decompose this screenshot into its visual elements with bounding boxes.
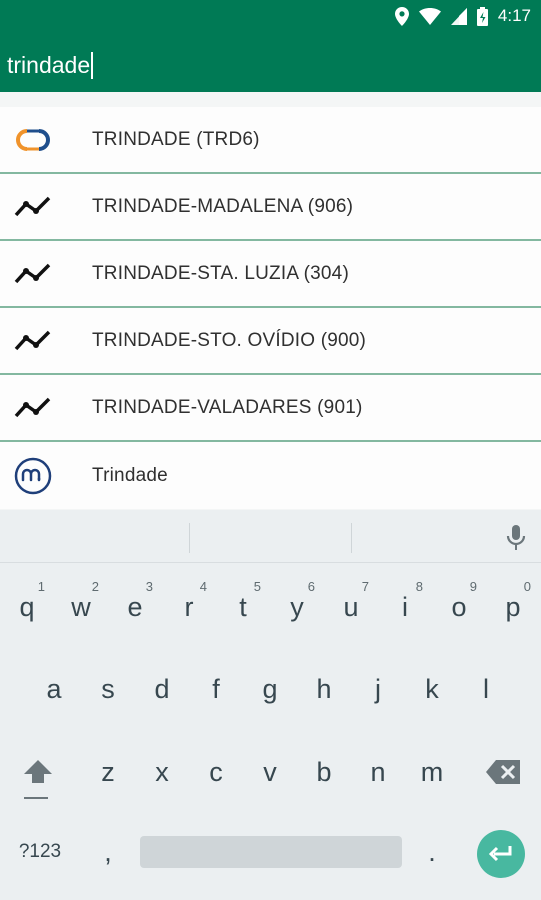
keyboard-row-2: a s d f g h j k l [0,654,541,724]
spacebar[interactable] [140,836,402,868]
key-s[interactable]: s [81,654,135,724]
key-p[interactable]: p0 [486,572,540,642]
metro-icon [0,456,92,496]
key-a[interactable]: a [27,654,81,724]
key-g[interactable]: g [243,654,297,724]
keyboard-suggestion-strip [0,510,541,563]
suggestion-label: TRINDADE-STA. LUZIA (304) [92,262,349,284]
suggestion-item[interactable]: TRINDADE-STA. LUZIA (304) [0,241,541,308]
text-cursor [91,52,94,79]
strip-divider [189,523,190,553]
enter-icon [488,846,512,862]
suggestion-item[interactable]: TRINDADE (TRD6) [0,107,541,174]
route-icon [0,395,92,421]
key-y[interactable]: y6 [270,572,324,642]
soft-keyboard: q1 w2 e3 r4 t5 y6 u7 i8 o9 p0 a s d f g … [0,510,541,900]
search-input[interactable]: trindade [7,52,94,79]
symbols-key[interactable]: ?123 [12,817,68,887]
key-m[interactable]: m [405,737,459,807]
status-bar: 4:17 [394,0,541,32]
signal-icon [450,7,467,25]
backspace-icon [486,760,520,784]
key-l[interactable]: l [459,654,513,724]
suggestion-item[interactable]: Trindade [0,442,541,509]
key-q[interactable]: q1 [0,572,54,642]
period-key[interactable]: . [405,817,459,887]
search-header: 4:17 trindade [0,0,541,92]
enter-key[interactable] [477,830,525,878]
key-x[interactable]: x [135,737,189,807]
key-w[interactable]: w2 [54,572,108,642]
key-k[interactable]: k [405,654,459,724]
suggestion-label: TRINDADE-STO. OVÍDIO (900) [92,329,367,351]
key-v[interactable]: v [243,737,297,807]
station-icon [0,123,92,157]
suggestion-list: TRINDADE (TRD6) TRINDADE-MADALENA (906) … [0,107,541,509]
app-screen: 4:17 trindade TRINDADE (TRD6) TRINDADE-M… [0,0,541,900]
suggestion-item[interactable]: TRINDADE-VALADARES (901) [0,375,541,442]
clock: 4:17 [497,6,531,25]
battery-icon [476,6,488,26]
route-icon [0,194,92,220]
route-icon [0,328,92,354]
keyboard-row-1: q1 w2 e3 r4 t5 y6 u7 i8 o9 p0 [0,572,541,642]
keyboard-row-3: z x c v b n m [0,737,541,807]
suggestion-label: TRINDADE-VALADARES (901) [92,396,363,418]
shift-icon [24,760,52,783]
key-c[interactable]: c [189,737,243,807]
suggestion-label: Trindade [92,464,168,486]
microphone-icon[interactable] [506,524,526,556]
location-icon [394,6,409,26]
wifi-icon [418,7,441,25]
shift-indicator [24,797,48,799]
key-f[interactable]: f [189,654,243,724]
key-u[interactable]: u7 [324,572,378,642]
key-b[interactable]: b [297,737,351,807]
backspace-key[interactable] [476,737,530,807]
key-j[interactable]: j [351,654,405,724]
comma-key[interactable]: , [81,817,135,887]
key-h[interactable]: h [297,654,351,724]
key-d[interactable]: d [135,654,189,724]
suggestion-item[interactable]: TRINDADE-STO. OVÍDIO (900) [0,308,541,375]
suggestion-label: TRINDADE (TRD6) [92,128,260,150]
suggestion-item[interactable]: TRINDADE-MADALENA (906) [0,174,541,241]
key-z[interactable]: z [81,737,135,807]
key-i[interactable]: i8 [378,572,432,642]
key-n[interactable]: n [351,737,405,807]
suggestion-label: TRINDADE-MADALENA (906) [92,195,354,217]
search-query: trindade [7,52,91,78]
route-icon [0,261,92,287]
key-r[interactable]: r4 [162,572,216,642]
key-t[interactable]: t5 [216,572,270,642]
strip-divider [351,523,352,553]
key-e[interactable]: e3 [108,572,162,642]
key-o[interactable]: o9 [432,572,486,642]
